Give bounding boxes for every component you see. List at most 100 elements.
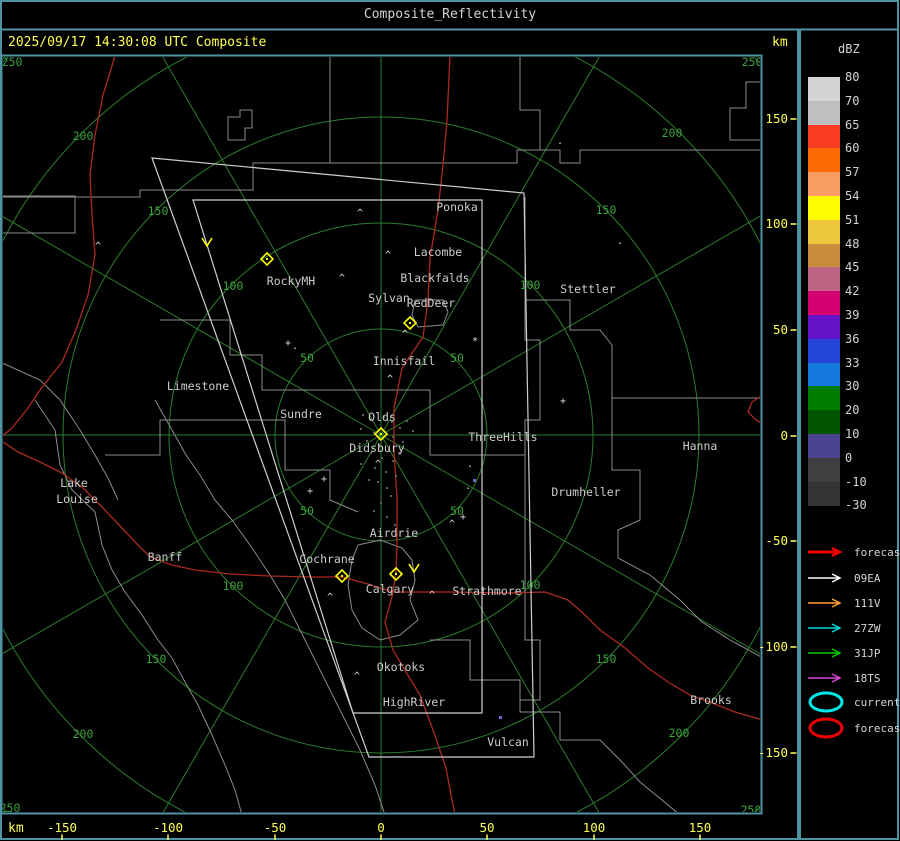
legend-item: 31JP	[806, 641, 881, 665]
county-boundary	[105, 419, 359, 513]
scale-value-label: -10	[845, 474, 867, 489]
scale-swatch	[808, 291, 840, 316]
clutter-speckle	[360, 428, 362, 430]
city-label: Hanna	[683, 439, 718, 453]
right-axis-tick-label: -150	[758, 745, 788, 760]
legend-item-label: current	[854, 695, 900, 709]
town-marker: ^	[429, 590, 435, 601]
city-label: Limestone	[167, 379, 229, 393]
bottom-axis-tick-label: 50	[479, 820, 494, 835]
town-marker: ^	[402, 329, 408, 340]
scale-swatch	[808, 267, 840, 292]
town-marker: ^	[327, 592, 333, 603]
radar-site-dot	[341, 575, 343, 577]
legend-item-label: 111V	[854, 596, 881, 610]
town-marker: +	[285, 338, 291, 349]
scale-value-label: 20	[845, 403, 860, 418]
town-marker: ^	[385, 250, 391, 261]
bottom-axis-tick-label: -100	[153, 820, 183, 835]
range-ring	[3, 57, 760, 812]
town-marker: ^	[375, 459, 381, 470]
ring-distance-label: 50	[300, 351, 314, 365]
scale-swatch	[808, 386, 840, 411]
right-axis-tick-label: -100	[758, 639, 788, 654]
ring-distance-label: 150	[148, 204, 169, 218]
town-marker: +	[321, 474, 327, 485]
legend-arrow-icon	[808, 546, 843, 558]
bottom-axis-tick-label: 100	[583, 820, 606, 835]
bottom-axis-tick-label: -150	[47, 820, 77, 835]
city-label: Vulcan	[487, 735, 529, 749]
range-ring	[3, 57, 760, 812]
scale-value-label: 10	[845, 427, 860, 441]
clutter-speckle	[392, 460, 394, 462]
clutter-speckle	[381, 457, 383, 459]
clutter-speckle	[386, 487, 388, 489]
clutter-speckle	[386, 516, 388, 518]
clutter-speckle	[399, 427, 401, 429]
county-boundary	[525, 299, 760, 399]
scale-swatch	[808, 338, 840, 364]
legend-ellipse-shape	[808, 691, 844, 713]
bottom-axis-tick-label: -50	[264, 820, 287, 835]
city-label: Lake	[60, 476, 88, 490]
radar-window: 50 50 50 50 100 100 100 100 150 150 150 150 200 200 20…	[0, 0, 900, 841]
ring-distance-label: 150	[596, 652, 617, 666]
county-boundary	[519, 57, 541, 150]
bottom-axis-units: km	[8, 821, 24, 836]
legend-item-label: 31JP	[854, 646, 881, 660]
ring-distance-label: 200	[669, 726, 690, 740]
scale-swatch	[808, 315, 840, 340]
city-label: Strathmore	[452, 584, 521, 598]
right-axis-tick-label: 0	[780, 428, 788, 443]
radar-site-dot	[409, 322, 411, 324]
legend-arrow-icon	[808, 598, 842, 608]
legend-item: forecast	[806, 540, 900, 564]
town-marker: ^	[357, 208, 363, 219]
scale-value-label: -30	[845, 498, 867, 513]
scale-swatch	[808, 243, 840, 268]
ring-distance-label: 250	[742, 55, 763, 69]
scale-swatch	[808, 124, 840, 149]
map-layer: 50 5050 50100 100100 100150 150150 150200 20020…	[2, 55, 763, 812]
clutter-speckle	[380, 502, 382, 504]
town-marker: ^	[339, 273, 345, 284]
right-axis-units: km	[772, 35, 788, 50]
clutter-speckle	[395, 475, 397, 477]
ring-distance-label: 50	[450, 351, 464, 365]
radar-map-canvas[interactable]: 50 5050 50100 100100 100150 150150 150200 20020…	[0, 0, 900, 841]
scale-swatch	[808, 219, 840, 245]
ring-distance-label: 150	[146, 652, 167, 666]
town-marker: .	[467, 459, 473, 470]
radar-site-dot	[395, 573, 397, 575]
bottom-axis-tick-label: 150	[689, 820, 712, 835]
city-label: Sundre	[280, 407, 322, 421]
scale-value-label: 51	[845, 212, 860, 227]
clutter-speckle	[360, 463, 362, 465]
echo-dot	[499, 716, 502, 719]
clutter-speckle	[390, 495, 392, 497]
window-title: Composite_Reflectivity	[363, 7, 537, 22]
city-label: Didsbury	[349, 441, 404, 455]
city-label: Louise	[56, 492, 98, 506]
right-axis-tick-label: -50	[765, 533, 788, 548]
legend-ellipse-icon	[808, 717, 844, 739]
county-boundary	[227, 109, 253, 141]
town-marker: +	[307, 486, 313, 497]
town-marker: .	[292, 341, 298, 352]
right-axis-tick-label: 50	[773, 322, 788, 337]
clutter-speckle	[368, 479, 370, 481]
county-boundary	[729, 81, 760, 141]
city-label: Blackfalds	[400, 271, 469, 285]
legend-item-label: 09EA	[854, 571, 881, 585]
scale-swatch	[808, 481, 840, 506]
right-axis-tick-label: 100	[765, 216, 788, 231]
county-boundary	[154, 399, 385, 812]
city-label: Cochrane	[299, 552, 354, 566]
scale-value-label: 0	[845, 450, 853, 465]
legend-arrow-icon	[808, 673, 842, 683]
radial-line	[3, 216, 382, 436]
city-label: RedDeer	[407, 296, 456, 310]
scale-value-label: 70	[845, 93, 860, 108]
ring-distance-label: 250	[2, 55, 23, 69]
